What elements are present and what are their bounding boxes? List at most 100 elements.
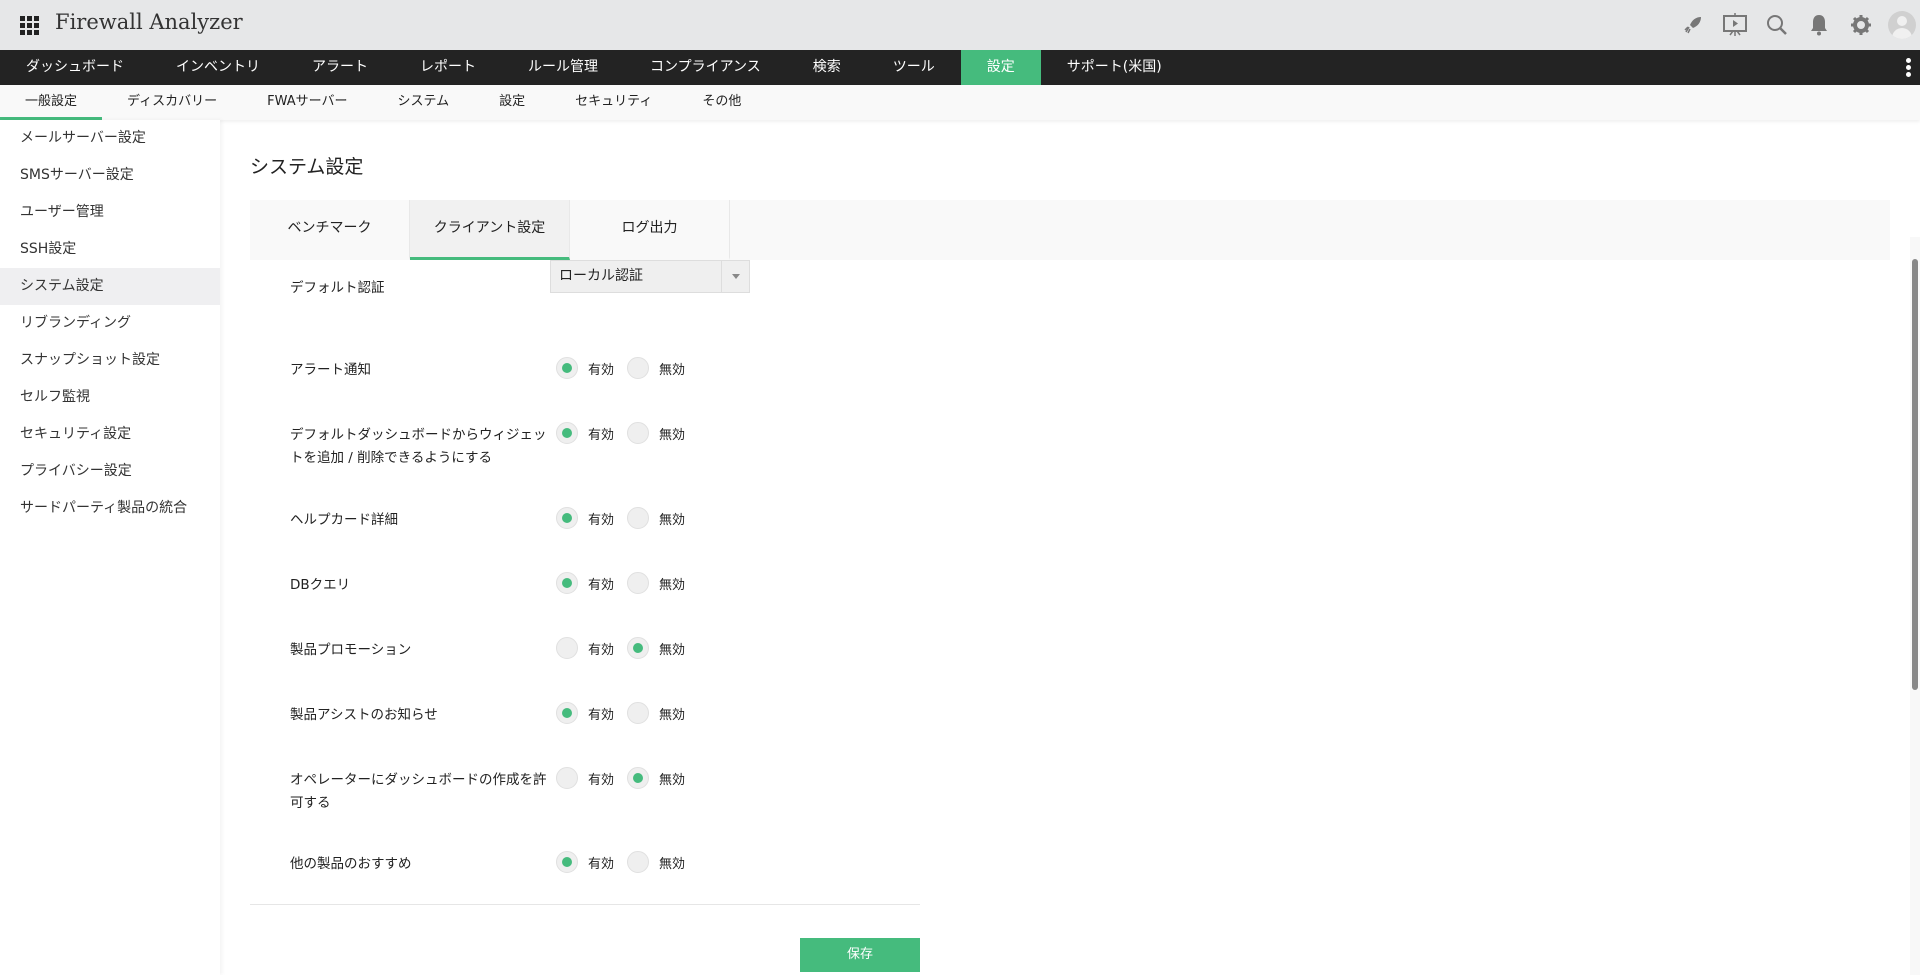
tab[interactable]: ログ出力 bbox=[570, 200, 730, 260]
more-menu-icon[interactable] bbox=[1906, 58, 1912, 77]
sidebar-item[interactable]: システム設定 bbox=[0, 268, 220, 305]
disable-label: 無効 bbox=[659, 642, 686, 658]
enable-radio[interactable] bbox=[556, 637, 578, 659]
disable-radio[interactable] bbox=[627, 422, 649, 444]
enable-label: 有効 bbox=[588, 362, 615, 378]
nav-item[interactable]: ダッシュボード bbox=[0, 50, 150, 85]
disable-label: 無効 bbox=[659, 512, 686, 528]
setting-label: ヘルプカード詳細 bbox=[290, 512, 398, 528]
enable-label: 有効 bbox=[588, 772, 615, 788]
subnav-item[interactable]: FWAサーバー bbox=[242, 85, 372, 120]
disable-radio[interactable] bbox=[627, 851, 649, 873]
enable-radio[interactable] bbox=[556, 767, 578, 789]
radio-group: 有効 無効 bbox=[556, 507, 698, 529]
subnav-item[interactable]: 設定 bbox=[474, 85, 550, 120]
sidebar-item[interactable]: プライバシー設定 bbox=[0, 453, 220, 490]
sidebar-item[interactable]: SMSサーバー設定 bbox=[0, 157, 220, 194]
enable-radio[interactable] bbox=[556, 507, 578, 529]
sub-nav: 一般設定 ディスカバリー FWAサーバー システム 設定 セキュリティ その他 bbox=[0, 85, 1920, 120]
radio-group: 有効 無効 bbox=[556, 702, 698, 724]
top-header: Firewall Analyzer bbox=[0, 0, 1920, 50]
disable-radio[interactable] bbox=[627, 702, 649, 724]
nav-item[interactable]: ルール管理 bbox=[502, 50, 624, 85]
app-title: Firewall Analyzer bbox=[55, 10, 243, 34]
setting-label: 他の製品のおすすめ bbox=[290, 856, 412, 872]
sidebar-item[interactable]: SSH設定 bbox=[0, 231, 220, 268]
subnav-item[interactable]: セキュリティ bbox=[550, 85, 677, 120]
disable-label: 無効 bbox=[659, 856, 686, 872]
disable-label: 無効 bbox=[659, 362, 686, 378]
scrollbar-thumb[interactable] bbox=[1912, 259, 1918, 690]
nav-item[interactable]: 検索 bbox=[787, 50, 867, 85]
nav-item[interactable]: コンプライアンス bbox=[624, 50, 787, 85]
radio-group: 有効 無効 bbox=[556, 572, 698, 594]
nav-item[interactable]: アラート bbox=[286, 50, 394, 85]
setting-label: アラート通知 bbox=[290, 362, 371, 378]
sidebar-item[interactable]: リブランディング bbox=[0, 305, 220, 342]
disable-radio[interactable] bbox=[627, 637, 649, 659]
enable-label: 有効 bbox=[588, 577, 615, 593]
subnav-item[interactable]: その他 bbox=[677, 85, 766, 120]
disable-radio[interactable] bbox=[627, 357, 649, 379]
disable-radio[interactable] bbox=[627, 572, 649, 594]
enable-label: 有効 bbox=[588, 512, 615, 528]
radio-group: 有効 無効 bbox=[556, 637, 698, 659]
setting-label: オペレーターにダッシュボードの作成を許可する bbox=[290, 772, 547, 811]
bell-icon[interactable] bbox=[1806, 12, 1832, 38]
enable-label: 有効 bbox=[588, 427, 615, 443]
app-grid-icon[interactable] bbox=[20, 16, 39, 35]
enable-label: 有効 bbox=[588, 707, 615, 723]
disable-radio[interactable] bbox=[627, 507, 649, 529]
settings-tabs: ベンチマーク クライアント設定 ログ出力 bbox=[250, 200, 1890, 260]
setting-label: デフォルトダッシュボードからウィジェットを追加 / 削除できるようにする bbox=[290, 427, 547, 466]
sidebar-item[interactable]: セルフ監視 bbox=[0, 379, 220, 416]
subnav-item[interactable]: 一般設定 bbox=[0, 85, 103, 120]
sidebar-item[interactable]: メールサーバー設定 bbox=[0, 120, 220, 157]
nav-item[interactable]: レポート bbox=[394, 50, 502, 85]
enable-label: 有効 bbox=[588, 642, 615, 658]
search-icon[interactable] bbox=[1764, 12, 1790, 38]
default-auth-value: ローカル認証 bbox=[559, 268, 643, 284]
nav-item[interactable]: 設定 bbox=[960, 50, 1041, 85]
enable-radio[interactable] bbox=[556, 702, 578, 724]
disable-label: 無効 bbox=[659, 772, 686, 788]
nav-item[interactable]: サポート(米国) bbox=[1041, 50, 1188, 85]
nav-item[interactable]: インベントリ bbox=[150, 50, 286, 85]
enable-radio[interactable] bbox=[556, 422, 578, 444]
disable-label: 無効 bbox=[659, 707, 686, 723]
default-auth-select[interactable]: ローカル認証 bbox=[550, 260, 750, 293]
setting-label: 製品プロモーション bbox=[290, 642, 412, 658]
enable-radio[interactable] bbox=[556, 572, 578, 594]
rocket-icon[interactable] bbox=[1680, 12, 1706, 38]
avatar[interactable] bbox=[1888, 11, 1916, 39]
setting-label: 製品アシストのお知らせ bbox=[290, 707, 438, 723]
tab[interactable]: クライアント設定 bbox=[410, 200, 570, 260]
page-title: システム設定 bbox=[250, 156, 364, 178]
gear-icon[interactable] bbox=[1848, 12, 1874, 38]
disable-radio[interactable] bbox=[627, 767, 649, 789]
main-nav: ダッシュボード インベントリ アラート レポート ルール管理 コンプライアンス 検索 ツール設… bbox=[0, 50, 1920, 85]
disable-label: 無効 bbox=[659, 427, 686, 443]
nav-item[interactable]: ツール bbox=[867, 50, 961, 85]
subnav-item[interactable]: ディスカバリー bbox=[102, 85, 242, 120]
divider bbox=[250, 904, 920, 905]
default-auth-label: デフォルト認証 bbox=[290, 280, 385, 296]
sidebar-item[interactable]: セキュリティ設定 bbox=[0, 416, 220, 453]
presentation-icon[interactable] bbox=[1722, 12, 1748, 38]
enable-radio[interactable] bbox=[556, 357, 578, 379]
disable-label: 無効 bbox=[659, 577, 686, 593]
setting-label: DBクエリ bbox=[290, 577, 351, 593]
sidebar-item[interactable]: ユーザー管理 bbox=[0, 194, 220, 231]
enable-label: 有効 bbox=[588, 856, 615, 872]
radio-group: 有効 無効 bbox=[556, 357, 698, 379]
enable-radio[interactable] bbox=[556, 851, 578, 873]
chevron-down-icon bbox=[721, 261, 749, 292]
radio-group: 有効 無効 bbox=[556, 422, 698, 444]
radio-group: 有効 無効 bbox=[556, 767, 698, 789]
tab[interactable]: ベンチマーク bbox=[250, 200, 410, 260]
subnav-item[interactable]: システム bbox=[373, 85, 475, 120]
save-button[interactable]: 保存 bbox=[800, 938, 920, 972]
radio-group: 有効 無効 bbox=[556, 851, 698, 873]
sidebar-item[interactable]: スナップショット設定 bbox=[0, 342, 220, 379]
sidebar-item[interactable]: サードパーティ製品の統合 bbox=[0, 490, 220, 527]
